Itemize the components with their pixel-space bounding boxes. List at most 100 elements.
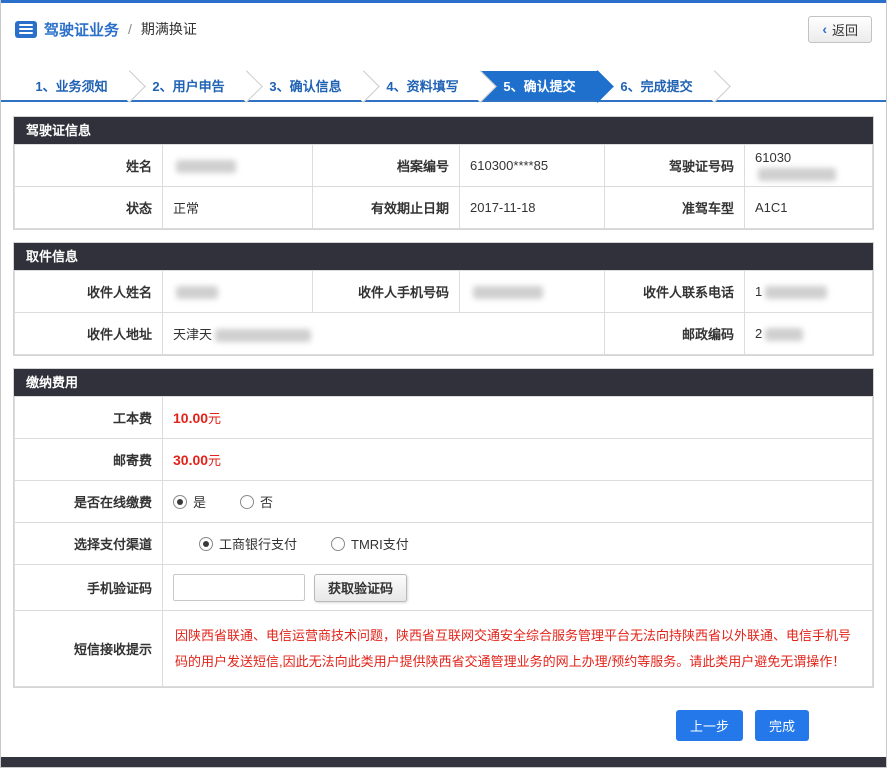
fees-section: 缴纳费用 工本费 10.00元 邮寄费 30.00元 是否在线缴费 是 否 选择… — [13, 368, 874, 688]
recipient-phone-text: 1 — [755, 283, 763, 299]
address-label: 收件人地址 — [14, 312, 163, 355]
step-2-declaration[interactable]: 2、用户申告 — [130, 71, 247, 100]
postcode-value: 2 — [744, 312, 873, 355]
footer-bar — [1, 757, 886, 767]
table-row: 姓名 档案编号 610300****85 驾驶证号码 61030 — [14, 144, 873, 187]
back-button[interactable]: ‹ 返回 — [808, 15, 872, 43]
postcode-text: 2 — [755, 325, 763, 341]
recipient-name-label: 收件人姓名 — [14, 270, 163, 313]
step-3-confirm-info[interactable]: 3、确认信息 — [247, 71, 364, 100]
sms-code-input[interactable] — [173, 574, 305, 601]
page-title: 驾驶证业务 — [44, 21, 120, 39]
online-payment-options: 是 否 — [162, 480, 873, 523]
production-fee-label: 工本费 — [14, 396, 163, 439]
get-code-button[interactable]: 获取验证码 — [314, 573, 408, 602]
step-5-confirm-submit-active[interactable]: 5、确认提交 — [481, 71, 598, 100]
channel-icbc-radio[interactable]: 工商银行支付 — [199, 534, 297, 553]
address-value: 天津天 — [162, 312, 605, 355]
sms-notice-text: 因陕西省联通、电信运营商技术问题，陕西省互联网交通安全综合服务管理平台无法向持陕… — [175, 628, 852, 669]
step-1-label: 1、业务须知 — [35, 79, 108, 94]
recipient-name-value — [162, 270, 313, 313]
radio-unchecked-icon — [331, 536, 346, 551]
license-info-table: 姓名 档案编号 610300****85 驾驶证号码 61030 状态 正常 有… — [14, 144, 873, 229]
redacted-postcode — [765, 328, 804, 342]
name-value — [162, 144, 313, 187]
vehicle-class-value: A1C1 — [744, 186, 873, 229]
page-subtitle: 期满换证 — [140, 21, 197, 37]
online-yes-radio[interactable]: 是 — [173, 492, 206, 511]
step-6-label: 6、完成提交 — [620, 79, 693, 94]
table-row: 工本费 10.00元 — [14, 396, 873, 439]
status-label: 状态 — [14, 186, 163, 229]
table-row: 邮寄费 30.00元 — [14, 438, 873, 481]
recipient-mobile-label: 收件人手机号码 — [312, 270, 460, 313]
production-fee-amount: 10.00 — [173, 410, 209, 426]
radio-checked-icon — [199, 536, 213, 551]
license-info-section: 驾驶证信息 姓名 档案编号 610300****85 驾驶证号码 61030 状… — [13, 116, 874, 230]
fees-table: 工本费 10.00元 邮寄费 30.00元 是否在线缴费 是 否 选择支付渠道 … — [14, 396, 873, 687]
sms-notice-cell: 因陕西省联通、电信运营商技术问题，陕西省互联网交通安全综合服务管理平台无法向持陕… — [162, 610, 873, 687]
recipient-mobile-value — [459, 270, 605, 313]
sms-notice-label: 短信接收提示 — [14, 610, 163, 687]
table-row: 收件人地址 天津天 邮政编码 2 — [14, 312, 873, 355]
channel-tmri-radio[interactable]: TMRI支付 — [331, 534, 409, 553]
mailing-fee-unit: 元 — [208, 453, 222, 468]
step-3-label: 3、确认信息 — [269, 79, 342, 94]
redacted-name — [176, 160, 236, 174]
online-payment-label: 是否在线缴费 — [14, 480, 163, 523]
online-no-label: 否 — [260, 495, 274, 510]
license-section-title: 驾驶证信息 — [14, 117, 873, 144]
sms-code-cell: 获取验证码 — [162, 564, 873, 611]
channel-tmri-label: TMRI支付 — [351, 537, 409, 552]
form-actions: 上一步 完成 — [13, 710, 874, 741]
recipient-phone-value: 1 — [744, 270, 873, 313]
redacted-recipient-phone — [765, 286, 828, 300]
name-label: 姓名 — [14, 144, 163, 187]
file-number-label: 档案编号 — [312, 144, 460, 187]
sms-code-label: 手机验证码 — [14, 564, 163, 611]
table-row: 收件人姓名 收件人手机号码 收件人联系电话 1 — [14, 270, 873, 313]
license-number-value: 61030 — [744, 144, 873, 187]
production-fee-value: 10.00元 — [162, 396, 873, 439]
finish-button[interactable]: 完成 — [754, 710, 809, 741]
online-no-radio[interactable]: 否 — [240, 492, 273, 511]
table-row: 状态 正常 有效期止日期 2017-11-18 准驾车型 A1C1 — [14, 186, 873, 229]
fees-section-title: 缴纳费用 — [14, 369, 873, 396]
step-6-complete[interactable]: 6、完成提交 — [598, 71, 715, 100]
main-content: 驾驶证信息 姓名 档案编号 610300****85 驾驶证号码 61030 状… — [1, 102, 886, 741]
step-nav: 1、业务须知 2、用户申告 3、确认信息 4、资料填写 5、确认提交 6、完成提… — [1, 71, 886, 102]
pickup-info-section: 取件信息 收件人姓名 收件人手机号码 收件人联系电话 1 收件人地址 天津天 邮… — [13, 242, 874, 356]
table-row: 是否在线缴费 是 否 — [14, 480, 873, 523]
status-value: 正常 — [162, 186, 313, 229]
redacted-recipient-name — [176, 286, 218, 300]
mailing-fee-label: 邮寄费 — [14, 438, 163, 481]
step-1-notice[interactable]: 1、业务须知 — [13, 71, 130, 100]
radio-unchecked-icon — [240, 494, 255, 509]
previous-step-button[interactable]: 上一步 — [675, 710, 743, 741]
license-number-text: 61030 — [755, 150, 792, 166]
channel-label: 选择支付渠道 — [14, 522, 163, 565]
step-4-fill-data[interactable]: 4、资料填写 — [364, 71, 481, 100]
postcode-label: 邮政编码 — [604, 312, 745, 355]
page: 驾驶证业务 / 期满换证 ‹ 返回 1、业务须知 2、用户申告 3、确认信息 4… — [0, 0, 887, 768]
recipient-phone-label: 收件人联系电话 — [604, 270, 745, 313]
file-number-value: 610300****85 — [459, 144, 605, 187]
step-5-label: 5、确认提交 — [503, 79, 576, 94]
mailing-fee-amount: 30.00 — [173, 452, 209, 468]
radio-checked-icon — [173, 494, 187, 509]
redacted-address — [215, 329, 312, 343]
expiry-label: 有效期止日期 — [312, 186, 460, 229]
online-yes-label: 是 — [193, 495, 207, 510]
table-row: 选择支付渠道 工商银行支付 TMRI支付 — [14, 522, 873, 565]
page-header: 驾驶证业务 / 期满换证 ‹ 返回 — [1, 3, 886, 55]
expiry-value: 2017-11-18 — [459, 186, 605, 229]
production-fee-unit: 元 — [208, 411, 222, 426]
form-icon — [15, 20, 37, 38]
channel-options: 工商银行支付 TMRI支付 — [162, 522, 873, 565]
table-row: 手机验证码 获取验证码 — [14, 564, 873, 611]
step-4-label: 4、资料填写 — [386, 79, 459, 94]
step-2-label: 2、用户申告 — [152, 79, 225, 94]
channel-icbc-label: 工商银行支付 — [219, 537, 298, 552]
address-text: 天津天 — [173, 327, 213, 342]
vehicle-class-label: 准驾车型 — [604, 186, 745, 229]
